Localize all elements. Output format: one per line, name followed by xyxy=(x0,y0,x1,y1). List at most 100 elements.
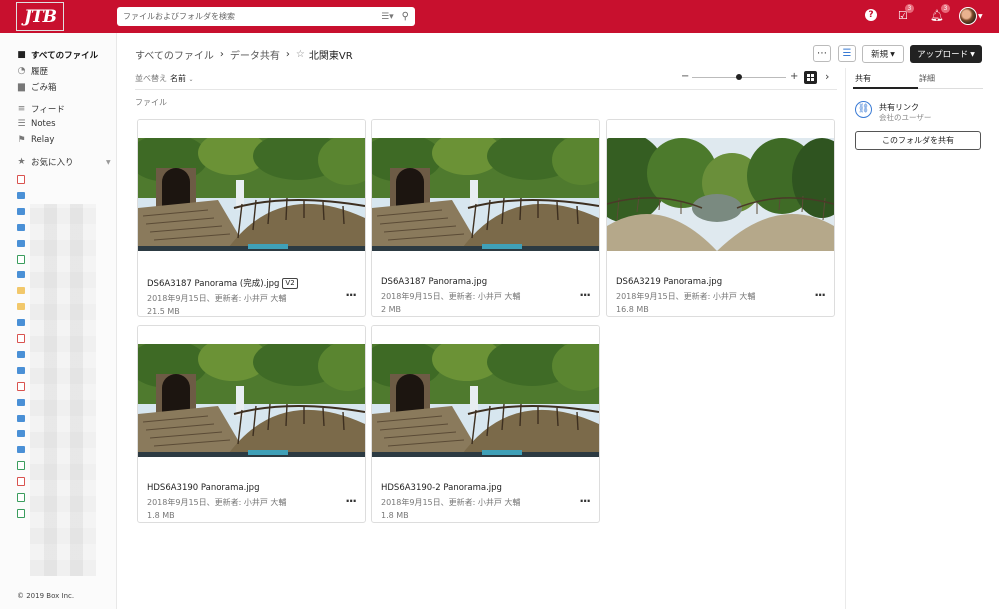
shared-link-access[interactable]: 会社のユーザー xyxy=(879,112,931,123)
file-name[interactable]: HDS6A3190 Panorama.jpg xyxy=(147,483,356,493)
zoom-in-icon[interactable]: + xyxy=(790,71,798,82)
help-icon[interactable]: ? xyxy=(865,9,877,21)
file-name[interactable]: DS6A3187 Panorama (完成).jpg V2 xyxy=(147,277,356,289)
file-card[interactable]: HDS6A3190 Panorama.jpg 2018年9月15日、更新者: 小… xyxy=(137,325,366,523)
sidebar-item-label: フィード xyxy=(31,105,65,115)
file-card[interactable]: HDS6A3190-2 Panorama.jpg 2018年9月15日、更新者:… xyxy=(371,325,600,523)
upload-button[interactable]: アップロード ▼ xyxy=(910,45,982,63)
favorite-item[interactable] xyxy=(17,380,107,393)
favorite-item[interactable] xyxy=(17,348,107,361)
tab-active-indicator xyxy=(853,87,918,89)
favorite-item[interactable] xyxy=(17,316,107,329)
right-panel-divider xyxy=(845,68,846,609)
share-folder-button[interactable]: このフォルダを共有 xyxy=(855,131,981,150)
sidebar-item-all-files[interactable]: ■ すべてのファイル xyxy=(17,49,98,61)
tab-share[interactable]: 共有 xyxy=(855,73,871,84)
sidebar-item-trash[interactable]: ▆ ごみ箱 xyxy=(17,81,56,93)
favorite-item[interactable] xyxy=(17,364,107,377)
favorite-item[interactable] xyxy=(17,221,107,234)
file-thumbnail[interactable] xyxy=(372,120,599,268)
zoom-slider-handle[interactable] xyxy=(736,74,742,80)
search-input[interactable] xyxy=(123,12,382,21)
more-options-icon[interactable]: ··· xyxy=(345,288,357,302)
file-size: 2 MB xyxy=(381,305,402,314)
file-thumbnail[interactable] xyxy=(138,326,365,474)
favorite-item[interactable] xyxy=(17,459,107,472)
favorite-item[interactable] xyxy=(17,396,107,409)
tab-details[interactable]: 詳細 xyxy=(919,73,935,84)
favorite-item[interactable] xyxy=(17,284,107,297)
zoom-out-icon[interactable]: − xyxy=(681,71,689,82)
sheet-icon xyxy=(17,461,25,471)
file-meta: 2018年9月15日、更新者: 小井戸 大輔 xyxy=(616,292,756,301)
favorite-item[interactable] xyxy=(17,412,107,425)
jtb-logo[interactable]: JTB xyxy=(16,2,64,31)
favorite-item[interactable] xyxy=(17,189,107,202)
more-options-icon[interactable]: ··· xyxy=(579,494,591,508)
file-name-text[interactable]: DS6A3219 Panorama.jpg xyxy=(616,277,722,287)
breadcrumb-item[interactable]: データ共有 xyxy=(230,47,280,62)
avatar[interactable] xyxy=(959,7,977,25)
sort-control[interactable]: 並べ替え 名前 ⌄ xyxy=(135,73,194,84)
breadcrumb-item[interactable]: すべてのファイル xyxy=(135,47,214,62)
file-thumbnail[interactable] xyxy=(607,120,834,268)
favorite-item[interactable] xyxy=(17,332,107,345)
sort-menu-button[interactable]: ☰ xyxy=(838,45,856,62)
favorite-item[interactable] xyxy=(17,173,107,186)
file-card[interactable]: DS6A3187 Panorama.jpg 2018年9月15日、更新者: 小井… xyxy=(371,119,600,317)
favorite-item[interactable] xyxy=(17,491,107,504)
tasks-icon[interactable]: ☑ 3 xyxy=(898,4,914,22)
sidebar-item-notes[interactable]: ☰ Notes xyxy=(17,119,55,129)
search-filter-icon[interactable]: ☰▾ xyxy=(381,12,394,22)
folder-icon xyxy=(17,446,25,454)
file-card[interactable]: DS6A3219 Panorama.jpg 2018年9月15日、更新者: 小井… xyxy=(606,119,835,317)
grid-view-icon[interactable] xyxy=(804,71,817,84)
avatar-caret-icon[interactable]: ▼ xyxy=(978,13,983,20)
more-options-icon[interactable]: ··· xyxy=(345,494,357,508)
favorite-item[interactable] xyxy=(17,475,107,488)
new-button-label: 新規 xyxy=(871,50,889,60)
star-outline-icon[interactable]: ☆ xyxy=(296,49,305,60)
more-options-icon[interactable]: ··· xyxy=(579,288,591,302)
notifications-icon[interactable]: 🔔︎ 3 xyxy=(930,4,950,22)
file-name[interactable]: DS6A3187 Panorama.jpg xyxy=(381,277,590,287)
breadcrumb-current: 北関東VR xyxy=(308,51,353,62)
file-thumbnail[interactable] xyxy=(138,120,365,268)
search-box[interactable]: ☰▾ ⚲ xyxy=(117,7,415,26)
favorite-item[interactable] xyxy=(17,507,107,520)
file-name-text[interactable]: DS6A3187 Panorama (完成).jpg xyxy=(147,277,279,289)
breadcrumb: すべてのファイル › データ共有 › ☆ 北関東VR xyxy=(135,47,353,62)
file-name-text[interactable]: HDS6A3190 Panorama.jpg xyxy=(147,483,259,493)
sidebar-item-history[interactable]: ◔ 履歴 xyxy=(17,65,48,77)
relay-icon: ⚑ xyxy=(17,135,26,145)
search-icon[interactable]: ⚲ xyxy=(402,11,409,22)
version-badge[interactable]: V2 xyxy=(282,277,298,289)
sidebar: ■ すべてのファイル ◔ 履歴 ▆ ごみ箱 ≡ フィード ☰ Notes ⚑ Relay ★… xyxy=(0,33,117,609)
favorite-item[interactable] xyxy=(17,427,107,440)
folder-icon xyxy=(17,366,25,374)
pdf-icon xyxy=(17,381,25,391)
top-bar: JTB ☰▾ ⚲ ? ☑3 🔔︎3 ▼ xyxy=(0,0,999,33)
file-card[interactable]: DS6A3187 Panorama (完成).jpg V2 2018年9月15日… xyxy=(137,119,366,317)
favorite-item[interactable] xyxy=(17,253,107,266)
folder-icon xyxy=(17,271,25,279)
file-name[interactable]: HDS6A3190-2 Panorama.jpg xyxy=(381,483,590,493)
favorite-item[interactable] xyxy=(17,268,107,281)
more-options-icon[interactable]: ··· xyxy=(814,288,826,302)
file-name-text[interactable]: HDS6A3190-2 Panorama.jpg xyxy=(381,483,502,493)
new-button[interactable]: 新規 ▼ xyxy=(862,45,904,63)
file-thumbnail[interactable] xyxy=(372,326,599,474)
file-name[interactable]: DS6A3219 Panorama.jpg xyxy=(616,277,825,287)
favorite-item[interactable] xyxy=(17,205,107,218)
sidebar-item-relay[interactable]: ⚑ Relay xyxy=(17,135,54,145)
file-name-text[interactable]: DS6A3187 Panorama.jpg xyxy=(381,277,487,287)
sidebar-item-feed[interactable]: ≡ フィード xyxy=(17,103,65,115)
favorite-item[interactable] xyxy=(17,237,107,250)
sidebar-item-label: すべてのファイル xyxy=(31,51,99,61)
more-options-button[interactable]: ⋯ xyxy=(813,45,831,62)
favorites-caret-icon[interactable]: ▼ xyxy=(106,159,111,166)
sidebar-item-favorites[interactable]: ★ お気に入り xyxy=(17,156,73,168)
chevron-right-icon[interactable]: › xyxy=(825,70,829,83)
favorite-item[interactable] xyxy=(17,300,107,313)
favorite-item[interactable] xyxy=(17,443,107,456)
